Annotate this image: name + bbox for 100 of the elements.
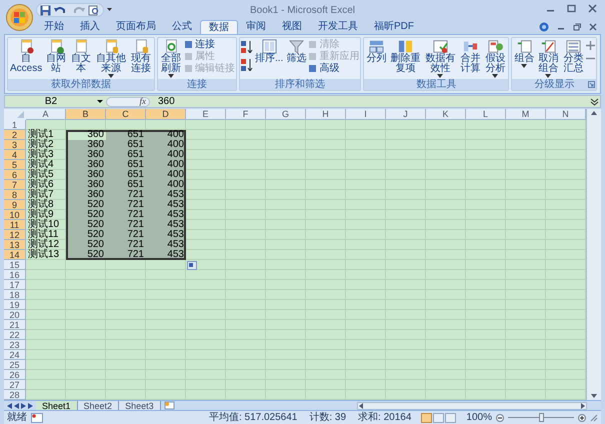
- ribbon-tab[interactable]: 开发工具: [310, 20, 366, 34]
- column-header[interactable]: B: [66, 109, 106, 120]
- table-cell: 651: [106, 170, 146, 180]
- ribbon-button[interactable]: 合并计算: [458, 39, 482, 74]
- ribbon-button[interactable]: 自 Access: [9, 39, 43, 74]
- table-cell: 453: [146, 200, 186, 210]
- row-header[interactable]: 12: [4, 230, 26, 240]
- table-cell: 360: [66, 190, 106, 200]
- ribbon-button[interactable]: 取消组合: [536, 39, 560, 78]
- column-header[interactable]: L: [466, 109, 506, 120]
- row-header[interactable]: 7: [4, 180, 26, 190]
- table-cell: 400: [146, 150, 186, 160]
- ribbon-small-button[interactable]: 高级: [308, 63, 360, 74]
- row-header[interactable]: 5: [4, 160, 26, 170]
- row-header[interactable]: 18: [4, 290, 26, 300]
- ribbon-tab[interactable]: 插入: [72, 20, 108, 34]
- sheet-tab[interactable]: Sheet3: [119, 400, 161, 410]
- table-cell: 520: [66, 230, 106, 240]
- table-cell-text: 测试2: [27, 140, 55, 150]
- row-header[interactable]: 4: [4, 150, 26, 160]
- table-cell-text: 测试1: [27, 130, 55, 140]
- column-header[interactable]: D: [146, 109, 186, 120]
- row-header[interactable]: 21: [4, 320, 26, 330]
- ribbon-button[interactable]: 分类汇总: [561, 39, 586, 74]
- table-cell: 721: [106, 210, 146, 220]
- row-header[interactable]: 25: [4, 360, 26, 370]
- sheet-tab[interactable]: Sheet1: [36, 400, 78, 410]
- column-header[interactable]: K: [426, 109, 466, 120]
- ribbon-button[interactable]: 分列: [365, 39, 388, 64]
- column-header[interactable]: C: [106, 109, 146, 120]
- row-header[interactable]: 1: [4, 120, 26, 130]
- row-header[interactable]: 16: [4, 270, 26, 280]
- row-header[interactable]: 8: [4, 190, 26, 200]
- ribbon-button[interactable]: 组合: [513, 39, 536, 68]
- row-header[interactable]: 13: [4, 240, 26, 250]
- table-cell: 520: [66, 250, 106, 260]
- row-header[interactable]: 15: [4, 260, 26, 270]
- ribbon-tab[interactable]: 数据: [200, 20, 238, 34]
- ribbon-tab[interactable]: 开始: [36, 20, 72, 34]
- column-header[interactable]: A: [26, 109, 66, 120]
- ribbon-tab[interactable]: 审阅: [238, 20, 274, 34]
- ribbon-button[interactable]: 自网站: [44, 39, 68, 74]
- ribbon-tab[interactable]: 页面布局: [108, 20, 164, 34]
- ribbon-button[interactable]: 排序...: [254, 39, 284, 64]
- table-cell: 453: [146, 220, 186, 230]
- table-cell-text: 测试7: [27, 190, 55, 200]
- ribbon-button[interactable]: 筛选: [285, 39, 308, 64]
- table-cell: 721: [106, 220, 146, 230]
- ribbon-tab[interactable]: 福昕PDF: [366, 20, 422, 34]
- row-header[interactable]: 22: [4, 330, 26, 340]
- row-header[interactable]: 20: [4, 310, 26, 320]
- ribbon-tab[interactable]: 公式: [164, 20, 200, 34]
- ribbon-small-button[interactable]: 连接: [184, 39, 235, 50]
- group-label: 连接: [187, 80, 207, 90]
- row-header[interactable]: 14: [4, 250, 26, 260]
- ribbon-button[interactable]: 现有连接: [129, 39, 153, 74]
- row-header[interactable]: 26: [4, 370, 26, 380]
- sheet-tab[interactable]: Sheet2: [78, 400, 120, 410]
- table-cell: 453: [146, 230, 186, 240]
- row-header[interactable]: 6: [4, 170, 26, 180]
- table-cell: 520: [66, 210, 106, 220]
- column-header[interactable]: M: [506, 109, 546, 120]
- column-header[interactable]: I: [346, 109, 386, 120]
- row-header[interactable]: 28: [4, 390, 26, 400]
- table-cell: 651: [106, 130, 146, 140]
- row-header[interactable]: 24: [4, 350, 26, 360]
- column-header[interactable]: J: [386, 109, 426, 120]
- ribbon-button[interactable]: 删除重复项: [388, 39, 422, 74]
- row-header[interactable]: 17: [4, 280, 26, 290]
- table-cell: 360: [66, 140, 106, 150]
- row-header[interactable]: 11: [4, 220, 26, 230]
- table-cell: 360: [66, 180, 106, 190]
- column-header[interactable]: G: [266, 109, 306, 120]
- row-header[interactable]: 9: [4, 200, 26, 210]
- column-header[interactable]: N: [546, 109, 586, 120]
- table-cell-text: 测试11: [27, 230, 60, 240]
- row-header[interactable]: 19: [4, 300, 26, 310]
- table-cell: 400: [146, 180, 186, 190]
- row-header[interactable]: 3: [4, 140, 26, 150]
- column-header[interactable]: E: [186, 109, 226, 120]
- table-cell: 721: [106, 190, 146, 200]
- ribbon-button[interactable]: 自文本: [69, 39, 93, 74]
- row-header[interactable]: 10: [4, 210, 26, 220]
- column-header[interactable]: F: [226, 109, 266, 120]
- table-cell: 360: [66, 160, 106, 170]
- ribbon-button[interactable]: 全部刷新: [159, 39, 183, 78]
- column-header[interactable]: H: [306, 109, 346, 120]
- table-cell: 453: [146, 250, 186, 260]
- table-cell: 360: [66, 150, 106, 160]
- row-header[interactable]: 2: [4, 130, 26, 140]
- table-cell-text: 测试13: [27, 250, 60, 260]
- table-cell: 400: [146, 170, 186, 180]
- table-cell: 360: [66, 130, 106, 140]
- ribbon-button[interactable]: 假设分析: [483, 39, 508, 78]
- row-header[interactable]: 23: [4, 340, 26, 350]
- row-header[interactable]: 27: [4, 380, 26, 390]
- table-cell-text: 测试10: [27, 220, 60, 230]
- ribbon-button[interactable]: 自其他来源: [94, 39, 128, 78]
- ribbon-tab[interactable]: 视图: [274, 20, 310, 34]
- ribbon-button[interactable]: 数据有效性: [423, 39, 458, 78]
